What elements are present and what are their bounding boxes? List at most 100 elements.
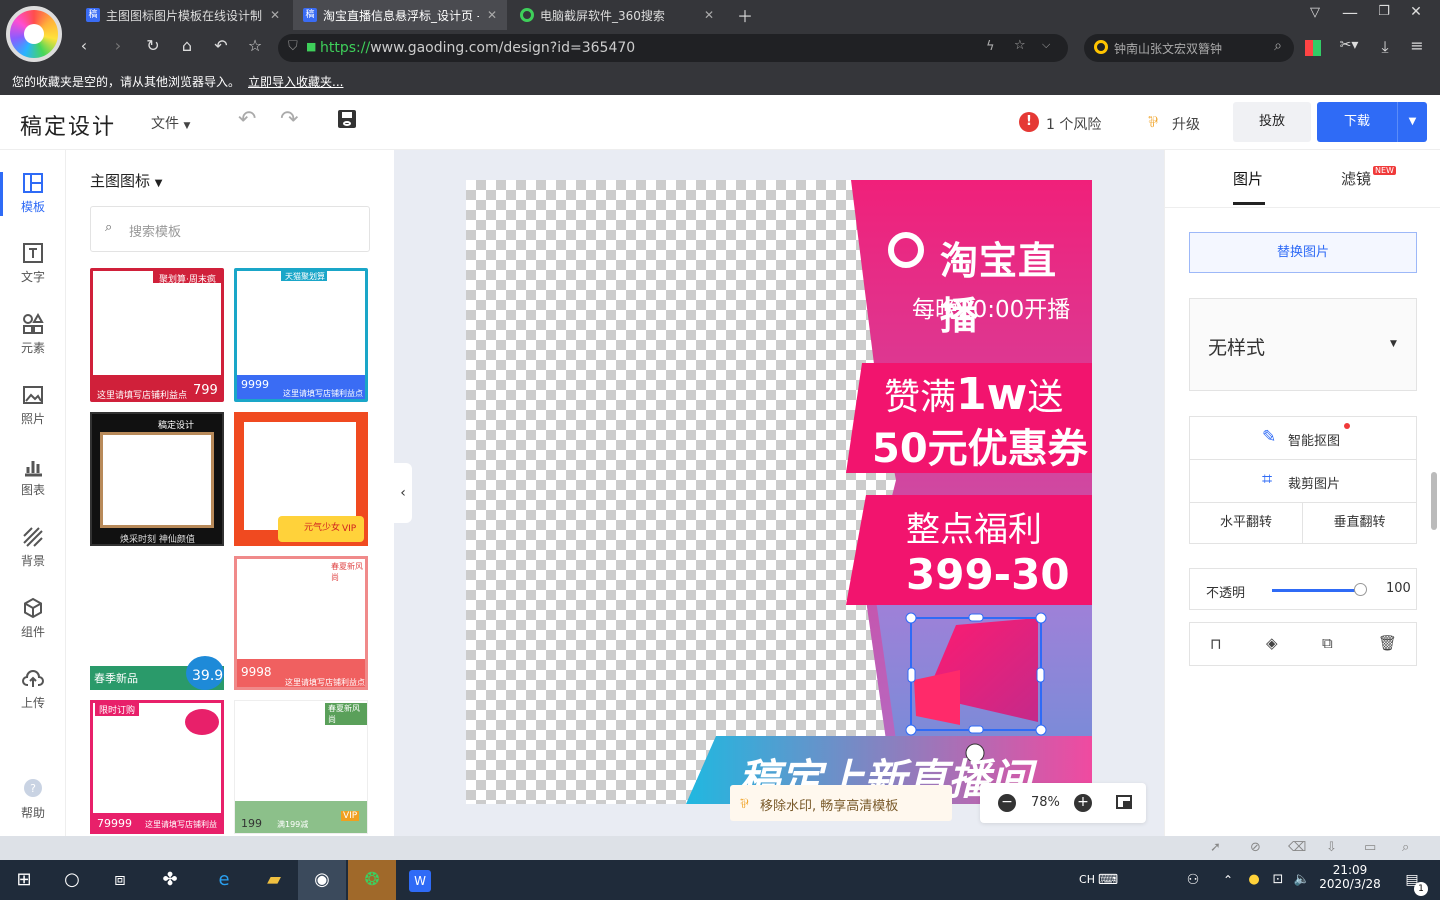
undo-icon[interactable]: ↶: [238, 107, 256, 132]
clock[interactable]: 21:09 2020/3/28: [1318, 863, 1382, 891]
delete-icon[interactable]: 🗑: [1378, 634, 1397, 652]
opacity-slider[interactable]: [1272, 589, 1360, 592]
cortana-search-icon[interactable]: ○: [48, 860, 96, 900]
nav-photo[interactable]: 照片: [0, 384, 66, 427]
template-thumb[interactable]: 天猫聚划算 9999 这里请填写店铺利益点: [234, 268, 368, 402]
window-skin-icon[interactable]: ▽: [1305, 5, 1325, 20]
chevron-down-icon[interactable]: ⌵: [1042, 38, 1050, 52]
download-options-caret-icon[interactable]: ▼: [1397, 102, 1427, 142]
cast-button[interactable]: 投放: [1233, 102, 1311, 142]
windows-start-icon[interactable]: ⊞: [0, 860, 48, 900]
minimize-icon[interactable]: —: [1340, 3, 1360, 22]
keyboard-icon[interactable]: ⌨: [1096, 860, 1120, 900]
replace-image-button[interactable]: 替换图片: [1189, 232, 1417, 273]
home-icon[interactable]: ⌂: [176, 36, 198, 55]
app-slack-icon[interactable]: ✤: [146, 860, 194, 900]
template-thumb[interactable]: 春夏新风尚 9998 这里请填写店铺利益点: [234, 556, 368, 690]
template-thumb[interactable]: 聚划算·周末疯抢 这里请填写店铺利益点 799: [90, 268, 224, 402]
refresh-icon[interactable]: ↻: [142, 36, 164, 55]
upgrade-link[interactable]: 升级: [1172, 114, 1200, 134]
network-icon[interactable]: ⊡: [1266, 860, 1290, 900]
wechat-icon[interactable]: ❂: [348, 860, 396, 900]
address-bar[interactable]: ⛉ ■ https://www.gaoding.com/design?id=36…: [278, 34, 1068, 62]
style-select[interactable]: 无样式 ▼: [1189, 298, 1417, 391]
template-thumb[interactable]: 春季新品 39.9: [90, 556, 224, 690]
nav-elements[interactable]: 元素: [0, 313, 66, 356]
download-button[interactable]: 下载 ▼: [1317, 102, 1427, 142]
tray-app-icon[interactable]: ●: [1242, 860, 1266, 900]
collapse-panel-icon[interactable]: ‹: [394, 463, 412, 523]
wps-writer-icon[interactable]: W: [396, 860, 444, 900]
nav-component[interactable]: 组件: [0, 597, 66, 640]
nav-text[interactable]: 文字: [0, 242, 66, 285]
zoom-status-icon[interactable]: ⌕: [1402, 840, 1409, 855]
flip-vertical-button[interactable]: 垂直翻转: [1303, 503, 1416, 543]
template-thumb[interactable]: 元气少女 VIP: [234, 412, 368, 546]
layers-icon[interactable]: ◈: [1266, 634, 1278, 652]
opacity-value[interactable]: 100: [1386, 581, 1411, 596]
close-icon[interactable]: ✕: [704, 8, 714, 22]
tab-1[interactable]: 稿 主图图标图片模板在线设计制 ✕: [76, 0, 290, 30]
back-icon[interactable]: ‹: [74, 36, 94, 55]
edge-browser-icon[interactable]: e: [200, 860, 248, 900]
template-search-input[interactable]: ⌕ 搜索模板: [90, 206, 370, 252]
brand-logo[interactable]: 稿定设计: [20, 109, 116, 141]
duplicate-icon[interactable]: ⧉: [1322, 634, 1333, 652]
template-thumb[interactable]: 稿定设计 焕采时刻 神仙颜值: [90, 412, 224, 546]
menu-icon[interactable]: ≡: [1406, 36, 1428, 55]
volume-icon[interactable]: 🔈: [1290, 860, 1314, 900]
unlock-icon[interactable]: ⊓: [1210, 635, 1222, 653]
scissors-icon[interactable]: ✂▾: [1334, 37, 1364, 53]
file-menu[interactable]: 文件 ▼: [151, 113, 190, 133]
risk-link[interactable]: 1 个风险: [1046, 114, 1101, 134]
nav-background[interactable]: 背景: [0, 526, 66, 569]
fit-screen-icon[interactable]: [1116, 795, 1132, 809]
zoom-out-icon[interactable]: −: [998, 794, 1016, 812]
360-browser-icon[interactable]: ◉: [298, 860, 346, 900]
download-icon[interactable]: ⤓: [1374, 37, 1396, 57]
tab-3[interactable]: 电脑截屏软件_360搜索 ✕: [510, 0, 724, 30]
redo-icon[interactable]: ↷: [280, 107, 298, 132]
design-artboard[interactable]: 淘宝直播 每晚20:00开播 赞满1w送 50元优惠券 整点福利 399-30 …: [466, 180, 1092, 804]
trash-status-icon[interactable]: ⌫: [1288, 840, 1306, 855]
window-status-icon[interactable]: ▭: [1364, 840, 1376, 855]
forward-icon[interactable]: ›: [108, 36, 128, 55]
task-view-icon[interactable]: ⧈: [96, 860, 144, 900]
people-icon[interactable]: ⚇: [1178, 860, 1208, 900]
lightning-icon[interactable]: ϟ: [986, 39, 995, 54]
template-thumb[interactable]: 限时订购 79999 这里请填写店铺利益点: [90, 700, 224, 834]
template-thumb[interactable]: 春夏新风尚 199 满199减 VIP: [234, 700, 368, 834]
search-icon[interactable]: ⌕: [1274, 38, 1282, 54]
close-icon[interactable]: ✕: [487, 8, 497, 22]
nav-help[interactable]: ? 帮助: [0, 778, 66, 821]
panel-scrollbar-thumb[interactable]: [1431, 472, 1437, 530]
favorite-star-icon[interactable]: ☆: [244, 36, 266, 55]
notification-icon[interactable]: ▤ 1: [1392, 860, 1432, 900]
bookmark-star-icon[interactable]: ☆: [1014, 38, 1026, 53]
close-window-icon[interactable]: ✕: [1406, 4, 1426, 20]
save-icon[interactable]: [338, 110, 356, 128]
close-icon[interactable]: ✕: [270, 8, 280, 22]
category-dropdown[interactable]: 主图图标 ▼: [90, 170, 163, 191]
shield-status-icon[interactable]: ⊘: [1250, 840, 1261, 855]
flip-horizontal-button[interactable]: 水平翻转: [1190, 503, 1303, 543]
nav-template[interactable]: 模板: [0, 172, 66, 216]
tab-image[interactable]: 图片: [1233, 168, 1263, 189]
file-explorer-icon[interactable]: ▰: [250, 860, 298, 900]
zoom-level[interactable]: 78%: [1031, 795, 1060, 810]
crop-image-button[interactable]: ⌗ 裁剪图片: [1190, 460, 1416, 503]
browser-logo-icon[interactable]: [6, 6, 62, 62]
browser-search-box[interactable]: 钟南山张文宏双簪钟 ⌕: [1084, 34, 1294, 62]
tab-filter[interactable]: 滤镜: [1341, 168, 1371, 189]
opacity-slider-handle[interactable]: [1354, 583, 1367, 596]
nav-upload[interactable]: 上传: [0, 668, 66, 711]
tray-expand-icon[interactable]: ⌃: [1214, 860, 1242, 900]
import-bookmarks-link[interactable]: 立即导入收藏夹...: [248, 75, 343, 89]
undo-close-icon[interactable]: ↶: [210, 36, 232, 55]
remove-watermark-banner[interactable]: ⅌ 移除水印, 畅享高清模板: [730, 785, 952, 821]
download-status-icon[interactable]: ⇩: [1326, 840, 1337, 855]
rocket-icon[interactable]: ➚: [1210, 840, 1221, 855]
restore-icon[interactable]: ❐: [1374, 4, 1394, 19]
new-tab-icon[interactable]: ＋: [734, 3, 756, 27]
apps-grid-icon[interactable]: [1305, 40, 1321, 56]
